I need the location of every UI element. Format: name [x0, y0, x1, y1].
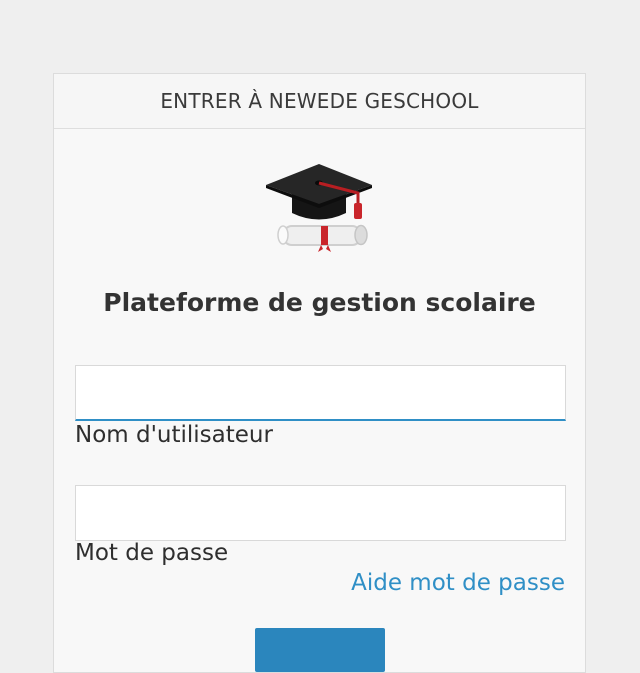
graduation-cap-svg	[266, 164, 372, 252]
username-input[interactable]	[75, 365, 566, 421]
card-header: ENTRER À NEWEDE GESCHOOL	[54, 74, 585, 129]
platform-title: Plateforme de gestion scolaire	[103, 288, 536, 317]
password-label: Mot de passe	[75, 540, 229, 566]
header-title: ENTRER À NEWEDE GESCHOOL	[160, 89, 479, 113]
password-help-link[interactable]: Aide mot de passe	[351, 570, 565, 596]
password-input[interactable]	[75, 485, 566, 541]
username-label: Nom d'utilisateur	[75, 422, 273, 448]
graduation-cap-diploma-icon	[264, 148, 374, 258]
login-card: ENTRER À NEWEDE GESCHOOL Plateforme de g…	[53, 73, 586, 673]
submit-button[interactable]	[255, 628, 385, 672]
